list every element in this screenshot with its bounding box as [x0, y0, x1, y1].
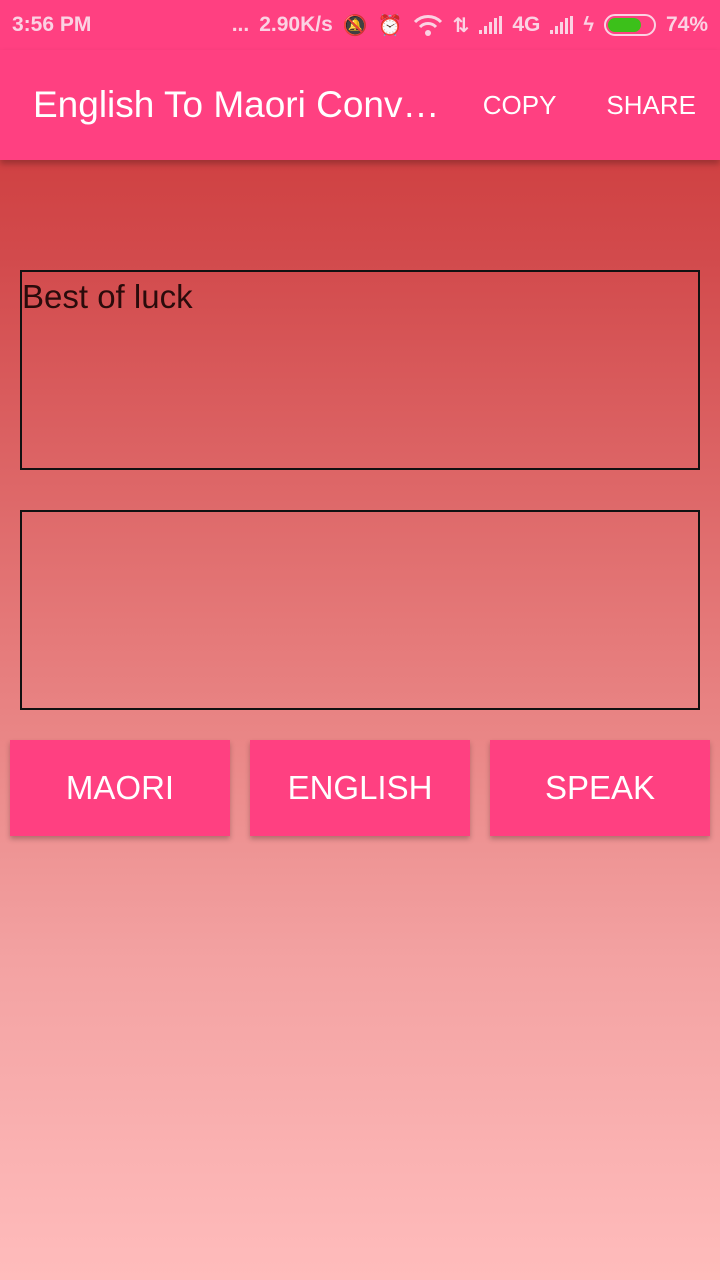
wifi-icon — [413, 14, 443, 36]
app-title: English To Maori Converter — [33, 84, 443, 125]
english-button[interactable]: ENGLISH — [250, 740, 470, 836]
data-transfer-icon: ⇅ — [452, 14, 470, 37]
maori-output[interactable] — [20, 510, 700, 710]
battery-fill — [607, 18, 641, 32]
more-dots: ... — [231, 13, 250, 36]
share-button[interactable]: SHARE — [606, 90, 696, 121]
network-type: 4G — [512, 13, 541, 36]
copy-button[interactable]: COPY — [483, 90, 557, 121]
status-bar: 3:56 PM ... 2.90K/s 🔕 ⏰ ⇅ 4G ϟ 74% — [0, 0, 720, 50]
app-bar: English To Maori Converter COPY SHARE — [0, 50, 720, 160]
alarm-icon: ⏰ — [377, 14, 403, 37]
app-actions: COPY SHARE — [483, 90, 696, 121]
network-speed: 2.90K/s — [259, 13, 333, 36]
battery-percent: 74% — [665, 13, 708, 36]
battery-icon — [603, 14, 656, 36]
notifications-muted-icon: 🔕 — [342, 14, 368, 37]
status-icons: ... 2.90K/s 🔕 ⏰ ⇅ 4G ϟ 74% — [232, 13, 708, 38]
signal-icon — [550, 16, 574, 34]
action-buttons: MAORI ENGLISH SPEAK — [10, 740, 710, 836]
signal-icon — [479, 16, 503, 34]
english-input[interactable]: Best of luck — [20, 270, 700, 470]
speak-button[interactable]: SPEAK — [490, 740, 710, 836]
maori-button[interactable]: MAORI — [10, 740, 230, 836]
charging-icon: ϟ — [583, 13, 594, 36]
status-time: 3:56 PM — [12, 13, 92, 36]
